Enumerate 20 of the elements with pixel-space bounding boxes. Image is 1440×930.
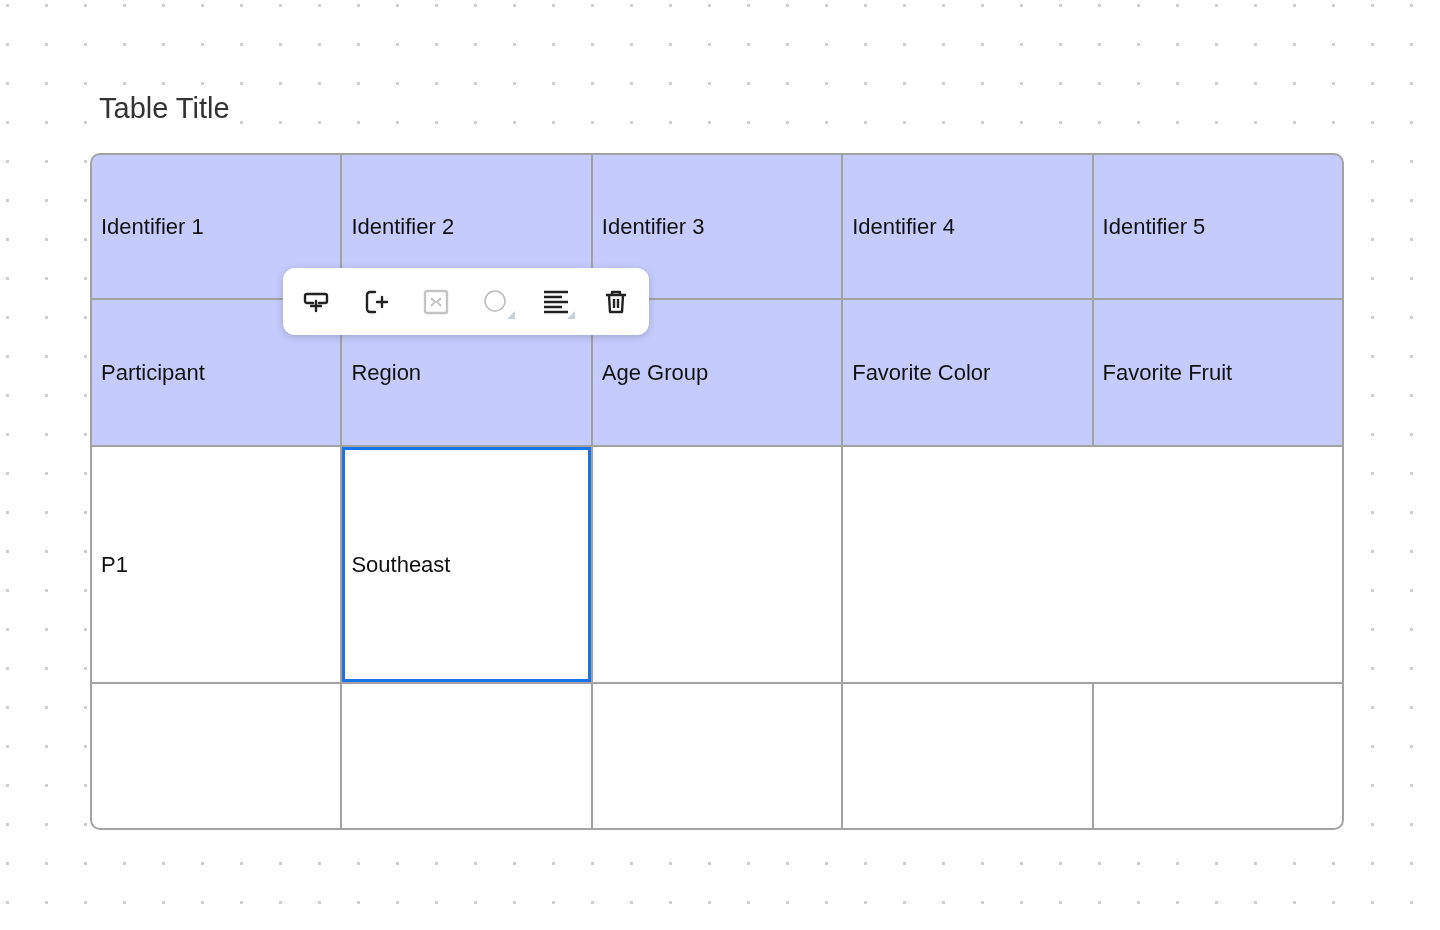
- merge-cells-icon: [422, 287, 450, 316]
- table-cell[interactable]: [92, 684, 341, 828]
- table-cell[interactable]: Southeast: [342, 447, 591, 682]
- dropdown-triangle-icon: [507, 310, 515, 319]
- header-cell[interactable]: Age Group: [592, 300, 842, 445]
- header-cell[interactable]: Identifier 3: [592, 155, 842, 298]
- table-cell[interactable]: [843, 447, 1342, 682]
- table-cell[interactable]: [592, 447, 842, 682]
- header-cell[interactable]: Participant: [92, 300, 341, 445]
- header-cell[interactable]: Identifier 1: [92, 155, 341, 298]
- table-cell[interactable]: [342, 684, 591, 828]
- table-cell[interactable]: [592, 684, 842, 828]
- header-cell[interactable]: Identifier 4: [843, 155, 1092, 298]
- header-cell[interactable]: Favorite Color: [843, 300, 1092, 445]
- header-cell[interactable]: Identifier 5: [1093, 155, 1342, 298]
- header-cell[interactable]: Favorite Fruit: [1093, 300, 1342, 445]
- table-cell[interactable]: [1093, 684, 1342, 828]
- dropdown-triangle-icon: [567, 310, 575, 319]
- table-cell[interactable]: P1: [92, 447, 341, 682]
- table-cell[interactable]: [843, 684, 1092, 828]
